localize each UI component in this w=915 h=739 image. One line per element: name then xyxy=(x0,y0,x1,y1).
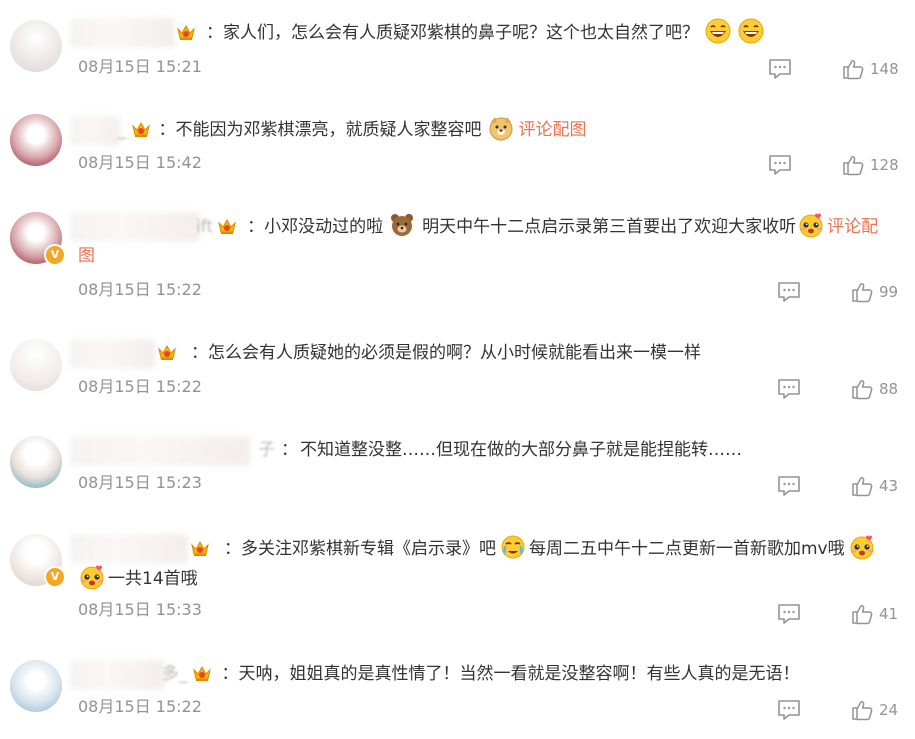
crown-badge-icon xyxy=(176,23,196,41)
like-count: 99 xyxy=(879,283,899,301)
comment-icon xyxy=(768,154,792,176)
comment-item: V ：多关注邓紫棋新专辑《启示录》吧 每周二五中午十二点更新一首新歌加mv哦 一共… xyxy=(0,522,915,642)
username-suffix: 多_ xyxy=(162,664,188,684)
comment-icon xyxy=(777,378,801,400)
timestamp: 08月15日 15:22 xyxy=(78,377,202,396)
reply-button[interactable] xyxy=(768,58,792,80)
reply-button[interactable] xyxy=(777,603,801,625)
comment-item: _ ：不能因为邓紫棋漂亮，就质疑人家整容吧 评论配图 08月15日 15:42 12… xyxy=(0,100,915,196)
blurred-username[interactable] xyxy=(70,18,175,48)
blurred-username[interactable] xyxy=(70,436,250,466)
comment-text: ：多关注邓紫棋新专辑《启示录》吧 xyxy=(224,539,496,559)
username-suffix: 子 xyxy=(258,440,275,460)
blurred-username[interactable] xyxy=(70,660,165,690)
comment-text: ：天呐，姐姐真的是真性情了！当然一看就是没整容啊！有些人真的是无语！ xyxy=(221,664,800,684)
blurred-username[interactable] xyxy=(70,212,200,242)
crown-badge-icon xyxy=(217,217,237,235)
like-count: 148 xyxy=(870,60,899,78)
like-count: 41 xyxy=(879,605,899,623)
timestamp: 08月15日 15:23 xyxy=(78,473,202,492)
comment-item: ：家人们，怎么会有人质疑邓紫棋的鼻子呢？这个也太自然了吧？ 08月15日 15:… xyxy=(0,0,915,96)
timestamp: 08月15日 15:22 xyxy=(78,280,202,299)
comment-text: ：怎么会有人质疑她的必须是假的啊？从小时候就能看出来一模一样 xyxy=(191,343,701,363)
comment-text: 不知道整没整……但现在做的大部分鼻子就是能捏能转…… xyxy=(300,440,742,460)
crying-emoji-icon xyxy=(500,534,526,560)
like-button[interactable]: 43 xyxy=(851,475,898,497)
comment-item: 多_ ：天呐，姐姐真的是真性情了！当然一看就是没整容啊！有些人真的是无语！ 08月… xyxy=(0,648,915,739)
comment-icon xyxy=(777,603,801,625)
reply-button[interactable] xyxy=(768,154,792,176)
blurred-username[interactable] xyxy=(70,116,120,146)
comment-text: ：家人们，怎么会有人质疑邓紫棋的鼻子呢？这个也太自然了吧？ xyxy=(206,23,699,43)
crown-badge-icon xyxy=(157,343,177,361)
comment-text-continued: 明天中午十二点启示录第三首要出了欢迎大家收听 xyxy=(422,217,797,237)
comment-image-link-wrap[interactable]: 图 xyxy=(78,242,95,270)
verified-v-icon: V xyxy=(44,566,66,588)
timestamp: 08月15日 15:22 xyxy=(78,697,202,716)
blurred-username[interactable] xyxy=(70,534,188,564)
thumbs-up-icon xyxy=(851,475,873,497)
comment-text: ：小邓没动过的啦 xyxy=(247,217,384,237)
username-suffix: ift xyxy=(196,217,214,237)
heart-face-emoji-icon xyxy=(798,212,824,238)
comment-icon xyxy=(777,281,801,303)
timestamp: 08月15日 15:21 xyxy=(78,57,202,76)
reply-button[interactable] xyxy=(777,475,801,497)
like-count: 43 xyxy=(879,477,899,495)
thumbs-up-icon xyxy=(851,603,873,625)
crown-badge-icon xyxy=(192,664,212,682)
comment-icon xyxy=(768,58,792,80)
avatar[interactable] xyxy=(10,114,62,166)
comment-image-link[interactable]: 评论配 xyxy=(827,217,878,237)
thumbs-up-icon xyxy=(851,699,873,721)
thumbs-up-icon xyxy=(842,154,864,176)
heart-face-emoji-icon xyxy=(849,534,875,560)
crown-badge-icon xyxy=(131,120,151,138)
comment-image-link[interactable]: 评论配图 xyxy=(519,120,587,140)
doge-emoji-icon xyxy=(488,115,514,141)
comment-icon xyxy=(777,699,801,721)
comment-item: V ift ：小邓没动过的啦 明天中午十二点启示录第三首要出了欢迎大家收听 评论配 图… xyxy=(0,200,915,320)
like-button[interactable]: 41 xyxy=(851,603,898,625)
avatar[interactable]: V xyxy=(10,534,66,588)
laugh-emoji-icon xyxy=(738,18,764,44)
comment-text-continued: 每周二五中午十二点更新一首新歌加mv哦 xyxy=(529,539,845,559)
like-button[interactable]: 88 xyxy=(851,378,898,400)
timestamp: 08月15日 15:42 xyxy=(78,153,202,172)
comment-item: ：怎么会有人质疑她的必须是假的啊？从小时候就能看出来一模一样 08月15日 15… xyxy=(0,325,915,421)
comment-text: ：不能因为邓紫棋漂亮，就质疑人家整容吧 xyxy=(158,120,482,140)
like-count: 24 xyxy=(879,701,899,719)
thumbs-up-icon xyxy=(842,58,864,80)
avatar[interactable] xyxy=(10,20,62,72)
verified-v-icon: V xyxy=(44,244,66,266)
timestamp: 08月15日 15:33 xyxy=(78,600,202,619)
blurred-username[interactable] xyxy=(70,339,155,369)
like-button[interactable]: 148 xyxy=(842,58,899,80)
heart-face-emoji-icon xyxy=(79,564,105,590)
like-button[interactable]: 99 xyxy=(851,281,898,303)
bear-emoji-icon xyxy=(389,212,415,238)
like-button[interactable]: 128 xyxy=(842,154,899,176)
comment-icon xyxy=(777,475,801,497)
like-button[interactable]: 24 xyxy=(851,699,898,721)
comment-list: ：家人们，怎么会有人质疑邓紫棋的鼻子呢？这个也太自然了吧？ 08月15日 15:… xyxy=(0,0,915,739)
reply-button[interactable] xyxy=(777,699,801,721)
avatar[interactable] xyxy=(10,660,62,712)
avatar[interactable]: V xyxy=(10,212,66,266)
like-count: 128 xyxy=(870,156,899,174)
username-suffix: _ xyxy=(118,120,127,140)
reply-button[interactable] xyxy=(777,378,801,400)
reply-button[interactable] xyxy=(777,281,801,303)
avatar[interactable] xyxy=(10,436,62,488)
comment-text-continued: 一共14首哦 xyxy=(108,569,198,589)
crown-badge-icon xyxy=(190,539,210,557)
thumbs-up-icon xyxy=(851,281,873,303)
laugh-emoji-icon xyxy=(705,18,731,44)
like-count: 88 xyxy=(879,380,899,398)
avatar[interactable] xyxy=(10,339,62,391)
thumbs-up-icon xyxy=(851,378,873,400)
comment-item: 子：不知道整没整……但现在做的大部分鼻子就是能捏能转…… 08月15日 15:2… xyxy=(0,422,915,518)
